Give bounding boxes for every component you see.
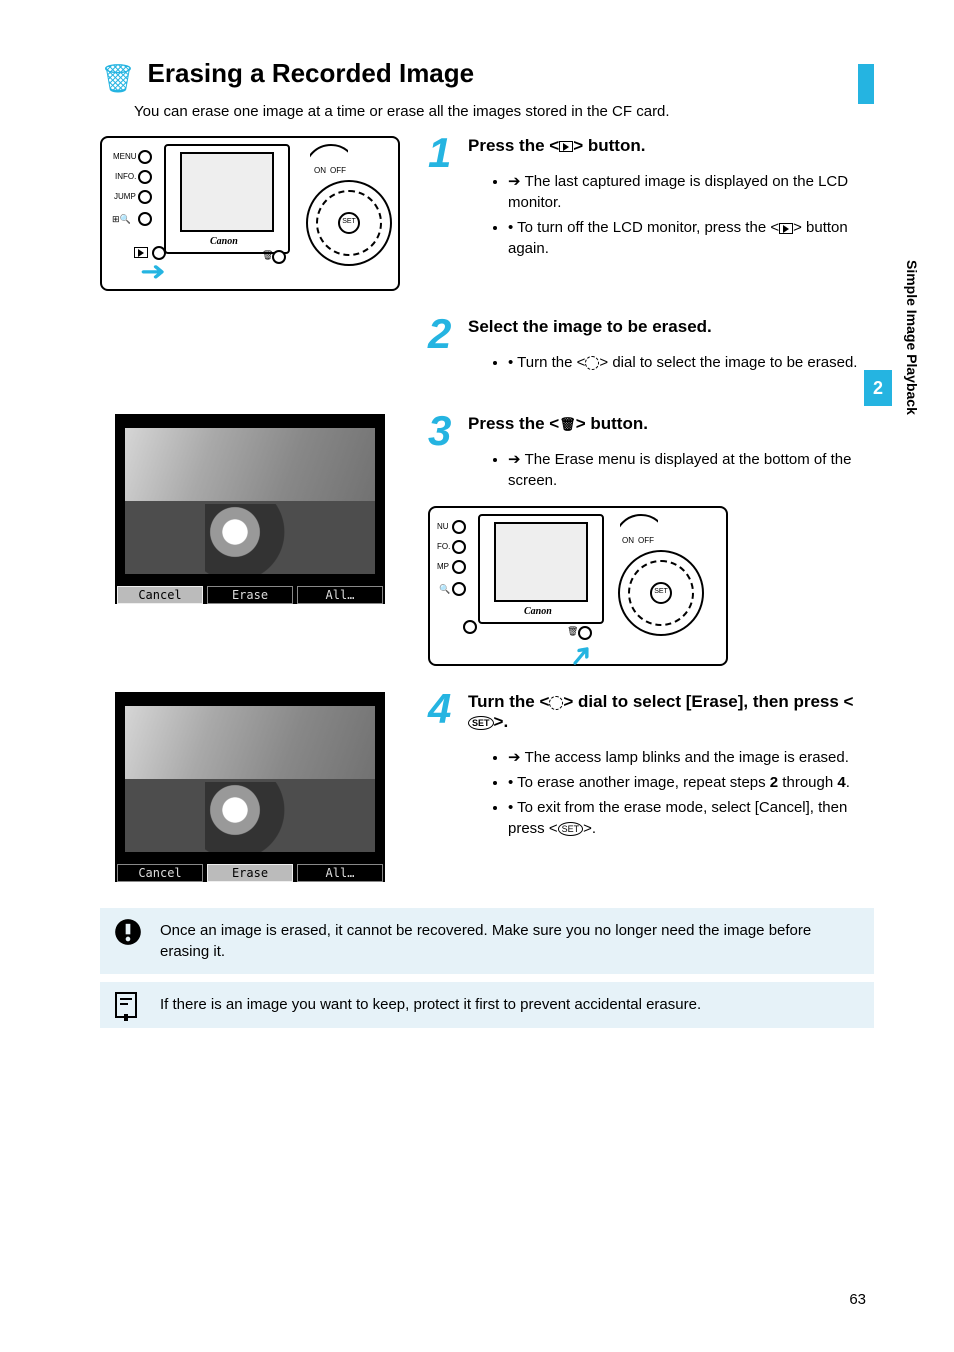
- camera-back-diagram: MENU INFO. JUMP ⊞🔍 ➜ Canon 🗑 ON OFF: [100, 136, 400, 291]
- dial-icon-2: [549, 696, 563, 710]
- power-switch-arc: [310, 144, 348, 182]
- jump-button-circle: [138, 190, 152, 204]
- page-title: Erasing a Recorded Image: [148, 58, 475, 89]
- camera-back-diagram-2: NU FO. MP 🔍 Canon 🗑 ➜ ON: [428, 506, 728, 666]
- preview-photo-1: Cancel Erase All…: [115, 414, 385, 604]
- step4-line2: • To erase another image, repeat steps 2…: [508, 772, 874, 793]
- on-label: ON: [314, 166, 326, 175]
- set-button-2: SET: [650, 582, 672, 604]
- playback-icon-inline-2: [779, 223, 793, 234]
- jump-label-2: MP: [437, 562, 449, 571]
- step-number-3: 3: [428, 410, 464, 452]
- header-accent-bar: [858, 64, 874, 104]
- menu-label: MENU: [113, 152, 137, 161]
- trash-icon-small: 🗑: [262, 250, 273, 261]
- osd-erase-2: Erase: [207, 864, 293, 882]
- warning-note: Once an image is erased, it cannot be re…: [100, 908, 874, 974]
- thumbnail-button-circle-2: [452, 582, 466, 596]
- set-icon-inline: SET: [468, 716, 494, 730]
- jump-label: JUMP: [114, 192, 136, 201]
- step2-line1: • Turn the <> dial to select the image t…: [508, 352, 874, 373]
- photo-content-2: [125, 706, 375, 852]
- osd-cancel-2: Cancel: [117, 864, 203, 882]
- step3-line1: The Erase menu is displayed at the botto…: [508, 449, 874, 491]
- thumbnail-label-2: 🔍: [439, 584, 450, 595]
- playback-icon-inline: [559, 141, 573, 152]
- off-label-2: OFF: [638, 536, 654, 545]
- on-label-2: ON: [622, 536, 634, 545]
- warning-text: Once an image is erased, it cannot be re…: [160, 922, 811, 960]
- step-number-1: 1: [428, 132, 464, 174]
- thumbnail-label: ⊞🔍: [112, 214, 131, 225]
- info-label-2: FO.: [437, 542, 450, 551]
- pointer-arrow-icon: ➜: [140, 256, 166, 287]
- set-button: SET: [338, 212, 360, 234]
- step1-title: Press the <> button.: [468, 136, 874, 156]
- side-section-label: Simple Image Playback: [904, 260, 920, 415]
- canon-brand: Canon: [210, 236, 238, 247]
- dial-icon: [585, 356, 599, 370]
- pointer-arrow-icon-2: ➜: [561, 636, 602, 676]
- osd-cancel: Cancel: [117, 586, 203, 604]
- set-icon-inline-2: SET: [558, 822, 584, 836]
- osd-erase: Erase: [207, 586, 293, 604]
- info-note: If there is an image you want to keep, p…: [100, 982, 874, 1028]
- info-text: If there is an image you want to keep, p…: [160, 996, 701, 1013]
- menu-button-circle: [138, 150, 152, 164]
- step1-line2: • To turn off the LCD monitor, press the…: [508, 217, 874, 259]
- trash-icon: 🗑: [100, 62, 136, 95]
- info-label: INFO.: [115, 172, 136, 181]
- lcd-screen-2: [494, 522, 588, 602]
- step3-title: Press the <🗑> button.: [468, 414, 874, 434]
- canon-brand-2: Canon: [524, 606, 552, 617]
- osd-all-2: All…: [297, 864, 383, 882]
- menu-button-circle-2: [452, 520, 466, 534]
- preview-photo-2: Cancel Erase All…: [115, 692, 385, 882]
- page-number: 63: [849, 1291, 866, 1308]
- step4-line1: The access lamp blinks and the image is …: [508, 747, 874, 768]
- step2-title: Select the image to be erased.: [468, 317, 874, 337]
- step-number-4: 4: [428, 688, 464, 730]
- step-number-2: 2: [428, 313, 464, 355]
- step4-title: Turn the <> dial to select [Erase], then…: [468, 692, 874, 732]
- step4-line3: • To exit from the erase mode, select [C…: [508, 797, 874, 839]
- osd-bar-2: Cancel Erase All…: [115, 864, 385, 882]
- photo-rider-2: [205, 782, 305, 852]
- playback-button-circle-2: [463, 620, 477, 634]
- step1-line1: The last captured image is displayed on …: [508, 171, 874, 213]
- off-label: OFF: [330, 166, 346, 175]
- info-button-circle: [138, 170, 152, 184]
- note-icon: [114, 992, 140, 1031]
- intro-text: You can erase one image at a time or era…: [134, 103, 874, 120]
- chapter-tab: 2: [864, 370, 892, 406]
- jump-button-circle-2: [452, 560, 466, 574]
- menu-label-2: NU: [437, 522, 449, 531]
- osd-bar: Cancel Erase All…: [115, 586, 385, 604]
- photo-rider: [205, 504, 305, 574]
- info-button-circle-2: [452, 540, 466, 554]
- thumbnail-button-circle: [138, 212, 152, 226]
- trash-icon-inline: 🗑: [559, 417, 576, 432]
- warning-icon: [114, 918, 142, 955]
- power-switch-arc-2: [620, 514, 658, 552]
- trash-button-circle: [272, 250, 286, 264]
- lcd-screen: [180, 152, 274, 232]
- photo-content: [125, 428, 375, 574]
- osd-all: All…: [297, 586, 383, 604]
